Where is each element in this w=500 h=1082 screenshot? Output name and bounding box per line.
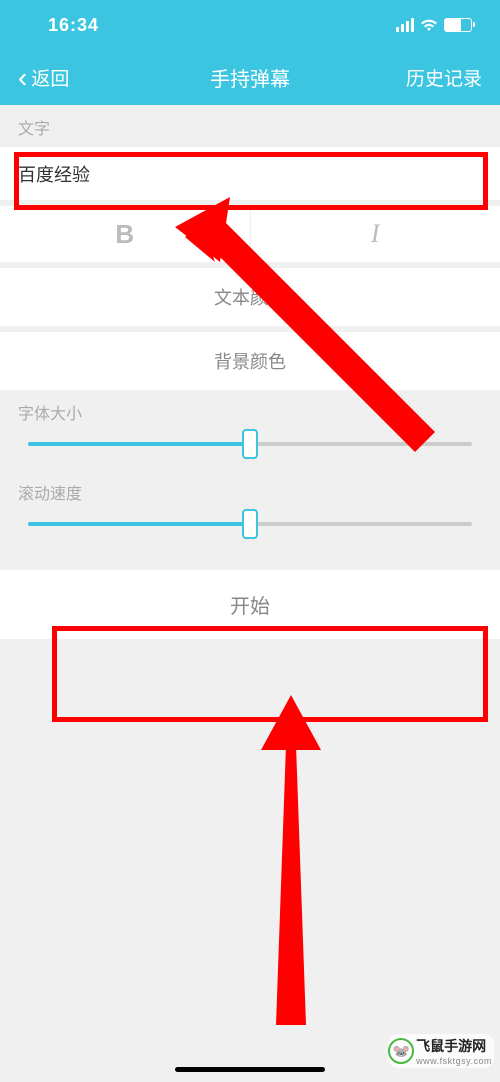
home-indicator[interactable]: [175, 1067, 325, 1072]
scroll-speed-thumb[interactable]: [242, 509, 258, 539]
annotation-arrow-2: [256, 695, 346, 1045]
watermark-url: www.fsktgsy.com: [416, 1056, 492, 1066]
status-time: 16:34: [48, 15, 99, 36]
bold-button[interactable]: B: [0, 206, 250, 262]
italic-button[interactable]: I: [250, 206, 500, 262]
back-button[interactable]: ‹ 返回: [18, 64, 69, 92]
text-section-label: 文字: [0, 105, 500, 147]
font-size-thumb[interactable]: [242, 429, 258, 459]
font-size-label: 字体大小: [18, 400, 482, 424]
watermark: 🐭 飞鼠手游网 www.fsktgsy.com: [388, 1034, 494, 1068]
status-bar: 16:34: [0, 0, 500, 50]
text-color-button[interactable]: 文本颜色: [0, 268, 500, 326]
wifi-icon: [420, 18, 438, 32]
scroll-speed-slider[interactable]: [28, 522, 472, 526]
watermark-icon: 🐭: [388, 1038, 414, 1064]
font-size-section: 字体大小: [0, 390, 500, 470]
chevron-left-icon: ‹: [18, 64, 27, 92]
annotation-box-start: [52, 626, 488, 722]
nav-bar: ‹ 返回 手持弹幕 历史记录: [0, 50, 500, 105]
font-size-slider[interactable]: [28, 442, 472, 446]
signal-icon: [396, 18, 414, 32]
scroll-speed-label: 滚动速度: [18, 480, 482, 504]
status-indicators: [396, 18, 472, 32]
back-label: 返回: [31, 64, 69, 91]
battery-icon: [444, 18, 472, 32]
page-title: 手持弹幕: [210, 63, 290, 92]
watermark-name: 飞鼠手游网: [416, 1036, 492, 1056]
start-button[interactable]: 开始: [0, 570, 500, 639]
scroll-speed-section: 滚动速度: [0, 470, 500, 550]
bg-color-button[interactable]: 背景颜色: [0, 332, 500, 390]
text-input[interactable]: [0, 147, 500, 200]
format-row: B I: [0, 206, 500, 262]
history-button[interactable]: 历史记录: [406, 64, 482, 91]
